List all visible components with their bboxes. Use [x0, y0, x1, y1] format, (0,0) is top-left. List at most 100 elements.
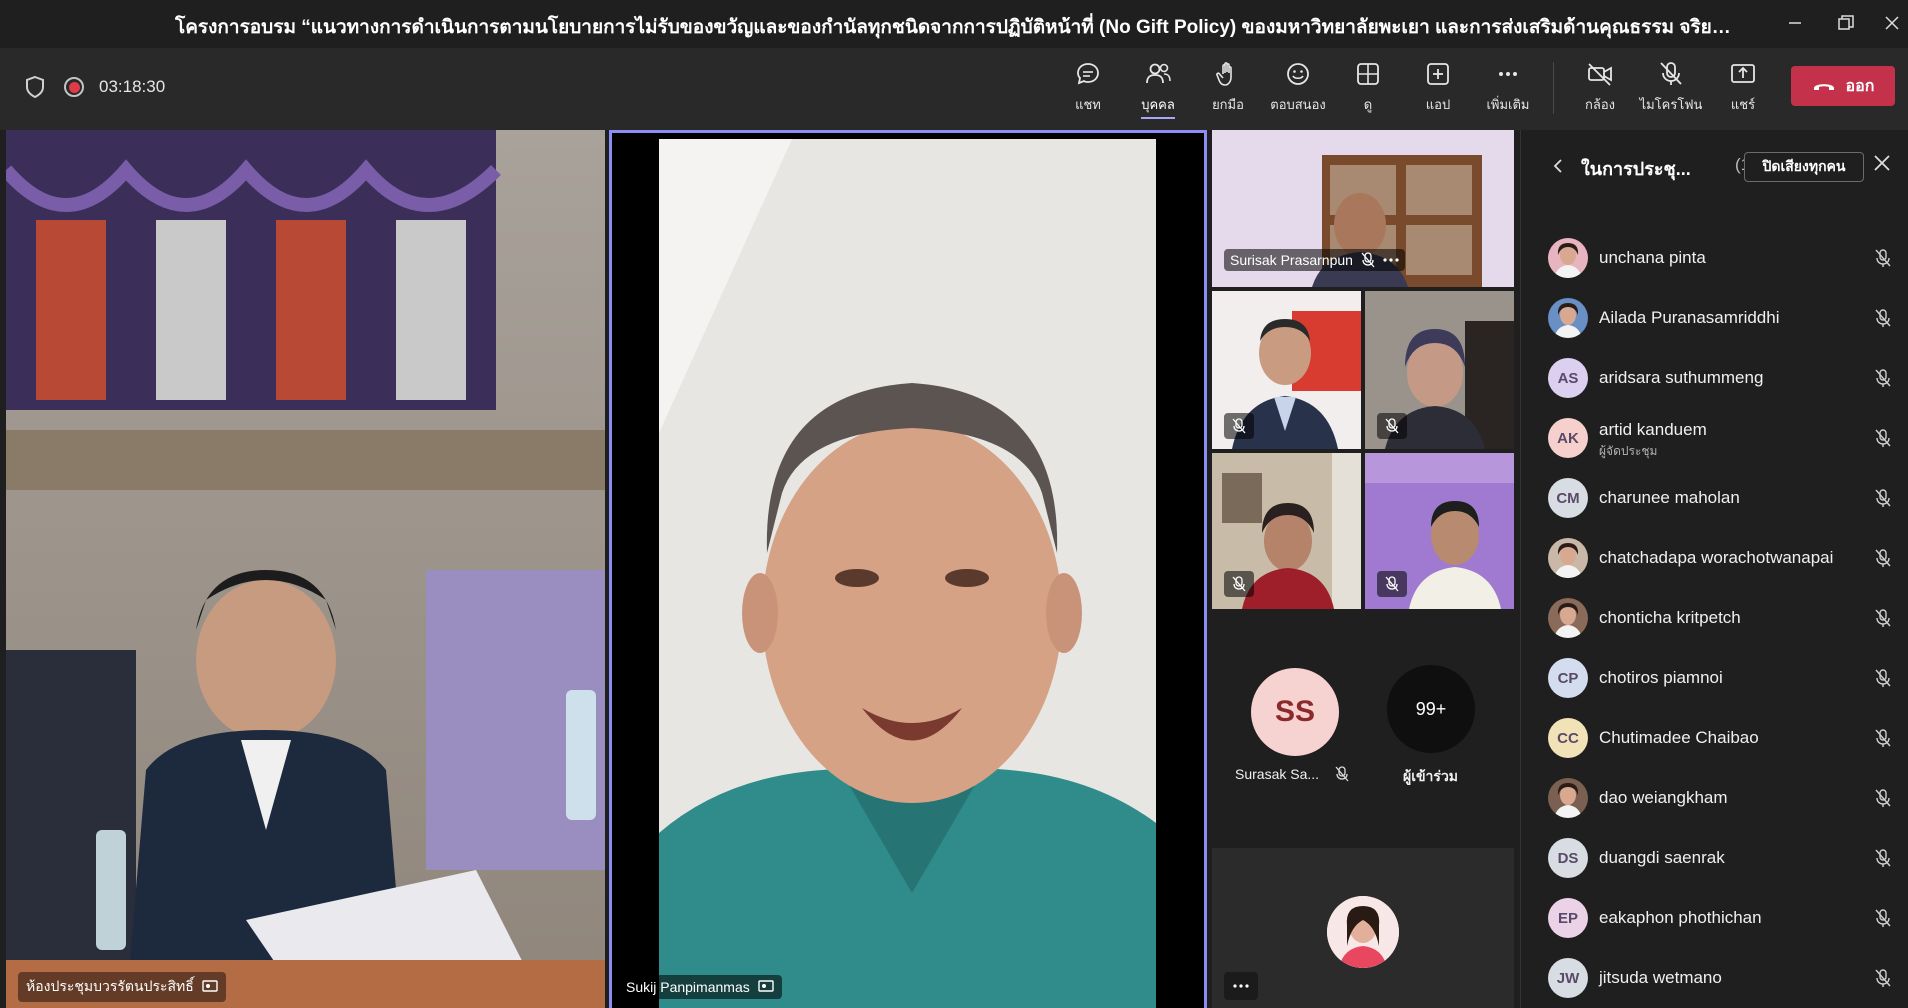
- video-tile-active-speaker[interactable]: Sukij Panpimanmas: [609, 130, 1207, 1008]
- participant-row[interactable]: CP chotiros piamnoi: [1521, 648, 1908, 708]
- video-tile-participant-4[interactable]: [1212, 453, 1361, 609]
- mic-off-icon[interactable]: [1873, 248, 1893, 268]
- video-tile-participant-3[interactable]: [1365, 291, 1514, 449]
- ss-mic-status: [1335, 766, 1349, 787]
- speaker-name-label: Sukij Panpimanmas: [626, 979, 750, 995]
- people-button[interactable]: บุคคล: [1123, 60, 1193, 120]
- mic-off-icon[interactable]: [1873, 488, 1893, 508]
- mic-off-icon[interactable]: [1873, 548, 1893, 568]
- participant-3-mic-status: [1377, 413, 1407, 439]
- chat-button[interactable]: แชท: [1053, 60, 1123, 120]
- speaker-device-icon: [758, 980, 774, 992]
- mic-off-icon[interactable]: [1873, 308, 1893, 328]
- speaker-video-image: [612, 133, 1204, 1008]
- view-label: ดู: [1363, 97, 1373, 112]
- video-tile-participant-2[interactable]: [1212, 291, 1361, 449]
- video-tile-surisak[interactable]: Surisak Prasarnpun: [1212, 130, 1514, 287]
- close-window-button[interactable]: [1872, 8, 1908, 38]
- more-button[interactable]: เพิ่มเติม: [1473, 60, 1543, 120]
- participant-avatar: [1548, 778, 1588, 818]
- participant-row[interactable]: JW jitsuda wetmano: [1521, 948, 1908, 1008]
- room-device-icon: [202, 980, 218, 992]
- mic-off-icon[interactable]: [1873, 908, 1893, 928]
- mic-off-icon: [1232, 576, 1246, 592]
- video-tile-participant-5[interactable]: [1365, 453, 1514, 609]
- raise-hand-label: ยกมือ: [1212, 97, 1244, 112]
- participant-list: unchana pinta Ailada Puranasamriddhi AS ari…: [1521, 228, 1908, 1008]
- participant-5-mic-status: [1377, 571, 1407, 597]
- mic-off-icon[interactable]: [1873, 668, 1893, 688]
- microphone-button[interactable]: ไมโครโฟน: [1636, 60, 1706, 120]
- participant-name: eakaphon phothichan: [1599, 908, 1762, 927]
- restore-button[interactable]: [1826, 8, 1866, 38]
- mic-off-icon[interactable]: [1873, 368, 1893, 388]
- mic-off-icon: [1660, 62, 1682, 85]
- ss-name-label: Surasak Sa...: [1235, 766, 1320, 782]
- mic-off-icon[interactable]: [1873, 848, 1893, 868]
- participant-name: Chutimadee Chaibao: [1599, 728, 1759, 747]
- participant-row[interactable]: AK artid kanduem ผู้จัดประชุม: [1521, 408, 1908, 468]
- mic-off-icon[interactable]: [1873, 608, 1893, 628]
- apps-button[interactable]: แอป: [1403, 60, 1473, 120]
- share-label: แชร์: [1730, 97, 1756, 112]
- participant-row[interactable]: EP eakaphon phothichan: [1521, 888, 1908, 948]
- speaker-nameplate: Sukij Panpimanmas: [618, 975, 782, 999]
- participant-row[interactable]: chonticha kritpetch: [1521, 588, 1908, 648]
- meeting-title: โครงการอบรม “แนวทางการดำเนินการตามนโยบาย…: [175, 17, 1740, 38]
- back-button[interactable]: [1552, 158, 1564, 179]
- participant-row[interactable]: AS aridsara suthummeng: [1521, 348, 1908, 408]
- participant-row[interactable]: unchana pinta: [1521, 228, 1908, 288]
- more-icon: [1499, 72, 1517, 76]
- self-view-tile[interactable]: [1212, 848, 1514, 1008]
- participant-row[interactable]: dao weiangkham: [1521, 768, 1908, 828]
- participant-role: ผู้จัดประชุม: [1599, 444, 1658, 458]
- mic-off-icon: [1361, 252, 1375, 268]
- mic-off-icon: [1385, 576, 1399, 592]
- overflow-participants-button[interactable]: 99+: [1387, 665, 1475, 753]
- shield-icon: [24, 75, 46, 104]
- self-avatar: [1327, 896, 1399, 968]
- minimize-button[interactable]: [1775, 8, 1815, 38]
- people-panel: ในการประชุ... (133) ปิดเสียงทุกคน unchan…: [1520, 130, 1908, 1008]
- mic-off-icon[interactable]: [1873, 428, 1893, 448]
- close-panel-button[interactable]: [1873, 154, 1891, 177]
- participant-name: duangdi saenrak: [1599, 848, 1725, 867]
- participant-2-mic-status: [1224, 413, 1254, 439]
- video-tile-room[interactable]: ห้องประชุมบวรรัตนประสิทธิ์: [6, 130, 605, 1008]
- participant-avatar: EP: [1548, 898, 1588, 938]
- share-button[interactable]: แชร์: [1708, 60, 1778, 120]
- self-view-more-button[interactable]: [1224, 972, 1258, 1000]
- participant-row[interactable]: chatchadapa worachotwanapai: [1521, 528, 1908, 588]
- mic-off-icon[interactable]: [1873, 728, 1893, 748]
- mute-all-button[interactable]: ปิดเสียงทุกคน: [1744, 152, 1864, 182]
- mic-off-icon[interactable]: [1873, 788, 1893, 808]
- participant-name: charunee maholan: [1599, 488, 1740, 507]
- participant-row[interactable]: CC Chutimadee Chaibao: [1521, 708, 1908, 768]
- participant-name: aridsara suthummeng: [1599, 368, 1764, 387]
- hand-icon: [1216, 62, 1232, 86]
- participant-avatar: [1548, 538, 1588, 578]
- mic-off-icon: [1385, 418, 1399, 434]
- mic-off-icon[interactable]: [1873, 968, 1893, 988]
- participant-row[interactable]: DS duangdi saenrak: [1521, 828, 1908, 888]
- participant-avatar: CC: [1548, 718, 1588, 758]
- participant-row[interactable]: Ailada Puranasamriddhi: [1521, 288, 1908, 348]
- ss-avatar[interactable]: SS: [1251, 668, 1339, 756]
- camera-button[interactable]: กล้อง: [1565, 60, 1635, 120]
- chevron-left-icon: [1553, 159, 1562, 173]
- view-button[interactable]: ดู: [1333, 60, 1403, 120]
- people-panel-header: ในการประชุ... (133) ปิดเสียงทุกคน: [1521, 130, 1908, 200]
- participant-4-mic-status: [1224, 571, 1254, 597]
- mic-off-icon: [1232, 418, 1246, 434]
- raise-hand-button[interactable]: ยกมือ: [1193, 60, 1263, 120]
- more-icon: [1233, 984, 1249, 988]
- participant-avatar: AK: [1548, 418, 1588, 458]
- participant-row[interactable]: CM charunee maholan: [1521, 468, 1908, 528]
- participant-avatar: CM: [1548, 478, 1588, 518]
- tile-more-icon[interactable]: [1383, 257, 1399, 263]
- participant-avatar: JW: [1548, 958, 1588, 998]
- more-label: เพิ่มเติม: [1486, 97, 1530, 112]
- participant-name: jitsuda wetmano: [1599, 968, 1722, 987]
- react-button[interactable]: ตอบสนอง: [1263, 60, 1333, 120]
- leave-button[interactable]: ออก: [1791, 66, 1895, 106]
